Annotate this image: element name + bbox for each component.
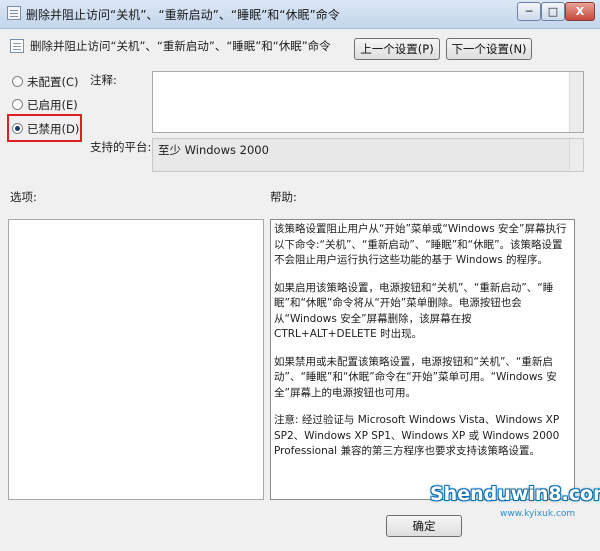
watermark-subtext: www.kyixuk.com: [500, 509, 576, 519]
help-label: 帮助:: [270, 190, 297, 204]
platform-field: 至少 Windows 2000: [152, 138, 584, 172]
comment-label: 注释:: [90, 73, 117, 87]
help-panel: 该策略设置阻止用户从“开始”菜单或“Windows 安全”屏幕执行以下命令:“关…: [270, 219, 575, 500]
dialog-body: 删除并阻止访问“关机”、“重新启动”、“睡眠”和“休眠”命令 上一个设置(P) …: [0, 29, 600, 551]
selection-highlight-box: [7, 114, 82, 142]
comment-scrollbar[interactable]: [569, 72, 583, 132]
policy-name: 删除并阻止访问“关机”、“重新启动”、“睡眠”和“休眠”命令: [30, 39, 331, 53]
policy-icon: [7, 6, 21, 20]
next-setting-button[interactable]: 下一个设置(N): [446, 38, 532, 60]
help-paragraph: 注意: 经过验证与 Microsoft Windows Vista、Window…: [274, 414, 560, 457]
radio-button[interactable]: [12, 76, 23, 87]
help-paragraph: 如果禁用或未配置该策略设置，电源按钮和“关机”、“重新启动”、“睡眠”和“休眠”…: [274, 355, 557, 399]
watermark: Shenduwin8.com www.kyixuk.com: [420, 481, 600, 523]
radio-button[interactable]: [12, 99, 23, 110]
platform-scrollbar[interactable]: [569, 139, 583, 171]
title-bar: 删除并阻止访问“关机”、“重新启动”、“睡眠”和“休眠”命令 ─ □ X: [0, 0, 600, 29]
radio-label: 未配置(C): [27, 75, 79, 89]
close-button[interactable]: X: [565, 2, 595, 21]
platform-value: 至少 Windows 2000: [158, 143, 269, 157]
comment-textarea[interactable]: [152, 71, 584, 133]
platform-label: 支持的平台:: [90, 140, 152, 154]
previous-setting-button[interactable]: 上一个设置(P): [354, 38, 440, 60]
help-paragraph: 如果启用该策略设置，电源按钮和“关机”、“重新启动”、“睡眠”和“休眠”命令将从…: [274, 281, 554, 341]
help-paragraph: 该策略设置阻止用户从“开始”菜单或“Windows 安全”屏幕执行以下命令:“关…: [274, 223, 567, 266]
setting-icon: [10, 39, 24, 53]
watermark-text: Shenduwin8.com: [430, 483, 600, 505]
radio-label: 已启用(E): [27, 98, 78, 112]
options-label: 选项:: [10, 190, 37, 204]
minimize-button[interactable]: ─: [517, 2, 541, 21]
options-panel: [8, 219, 264, 500]
maximize-button[interactable]: □: [541, 2, 565, 21]
window-title: 删除并阻止访问“关机”、“重新启动”、“睡眠”和“休眠”命令: [26, 8, 340, 22]
